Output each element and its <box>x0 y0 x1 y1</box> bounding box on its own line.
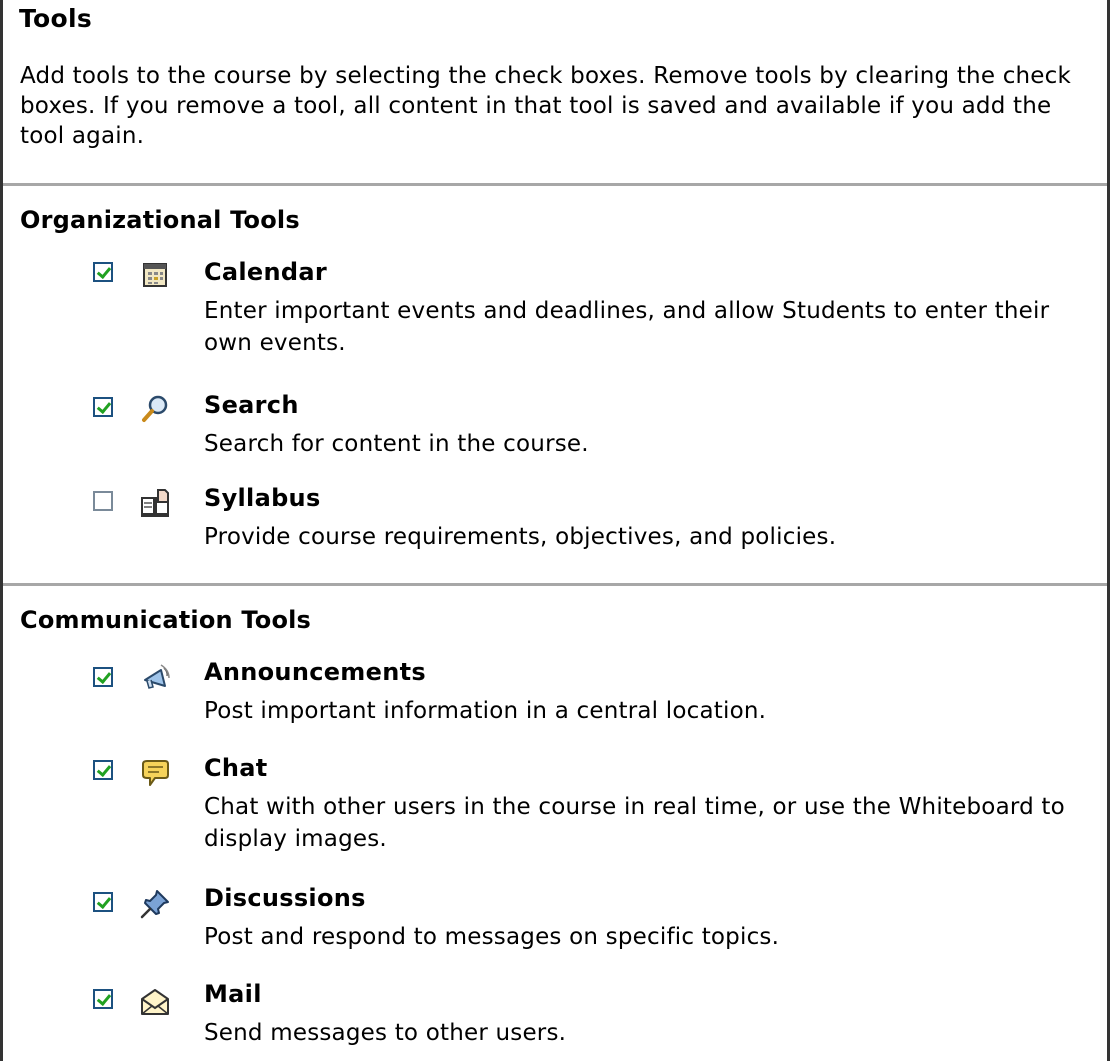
tool-description: Enter important events and deadlines, an… <box>204 298 1050 356</box>
megaphone-icon <box>144 664 170 689</box>
announcements-checkbox[interactable] <box>93 667 113 687</box>
mail-checkbox[interactable] <box>93 989 113 1009</box>
tool-name: Mail <box>204 980 262 1008</box>
search-icon <box>142 395 168 422</box>
tool-description: Search for content in the course. <box>204 431 589 457</box>
syllabus-checkbox[interactable] <box>93 491 113 511</box>
tool-description: Chat with other users in the course in r… <box>204 794 1065 852</box>
tool-name: Announcements <box>204 658 426 686</box>
page-title: Tools <box>19 4 93 33</box>
tool-description: Send messages to other users. <box>204 1020 567 1046</box>
tool-name: Chat <box>204 754 268 782</box>
tool-name: Calendar <box>204 258 328 286</box>
syllabus-icon <box>141 489 169 517</box>
tool-name: Search <box>204 391 299 419</box>
communication-tools-heading: Communication Tools <box>20 606 312 634</box>
pushpin-icon <box>140 890 169 919</box>
chat-bubble-icon <box>142 760 169 786</box>
intro-text: Add tools to the course by selecting the… <box>20 63 1072 149</box>
tool-name: Syllabus <box>204 484 321 512</box>
tool-description: Post and respond to messages on specific… <box>204 924 780 950</box>
chat-checkbox[interactable] <box>93 760 113 780</box>
tools-panel: Tools Add tools to the course by selecti… <box>0 0 1110 1061</box>
calendar-checkbox[interactable] <box>93 262 113 282</box>
divider <box>3 583 1107 586</box>
discussions-checkbox[interactable] <box>93 892 113 912</box>
divider <box>3 183 1107 186</box>
search-checkbox[interactable] <box>93 397 113 417</box>
tool-name: Discussions <box>204 884 366 912</box>
tool-description: Provide course requirements, objectives,… <box>204 524 837 550</box>
envelope-icon <box>141 989 169 1015</box>
tool-description: Post important information in a central … <box>204 698 767 724</box>
calendar-icon <box>143 263 167 287</box>
organizational-tools-heading: Organizational Tools <box>20 206 300 234</box>
